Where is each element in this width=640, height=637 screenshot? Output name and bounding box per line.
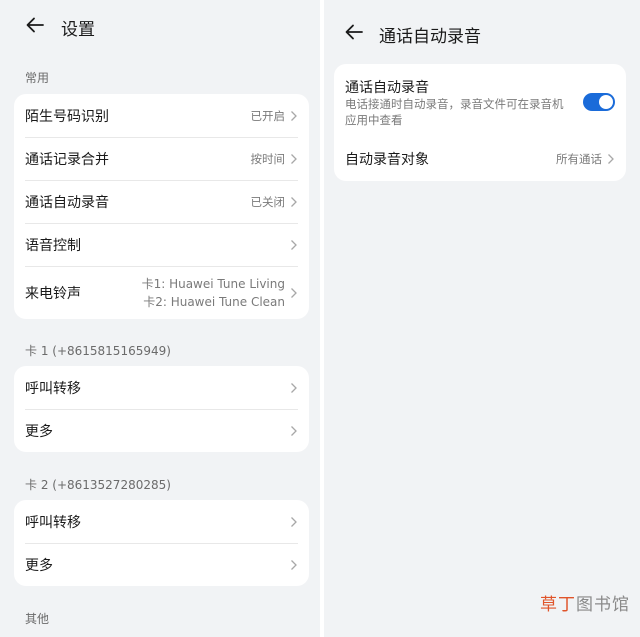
- common-settings-card: 陌生号码识别 已开启 通话记录合并 按时间 通话自动录音 已关闭 语音控制 来电…: [14, 94, 309, 319]
- page-title: 设置: [61, 20, 95, 40]
- auto-recording-card: 通话自动录音 电话接通时自动录音，录音文件可在录音机应用中查看 自动录音对象 所…: [334, 64, 626, 181]
- row-label: 自动录音对象: [345, 152, 429, 168]
- chevron-right-icon: [608, 154, 614, 164]
- auto-recording-panel: 通话自动录音 通话自动录音 电话接通时自动录音，录音文件可在录音机应用中查看 自…: [324, 0, 640, 637]
- chevron-right-icon: [291, 516, 297, 527]
- row-label: 陌生号码识别: [25, 108, 109, 125]
- back-arrow-icon[interactable]: [343, 21, 365, 43]
- back-arrow-icon[interactable]: [24, 14, 46, 36]
- row-label: 更多: [25, 557, 53, 574]
- section-label-other: 其他: [25, 612, 50, 626]
- chevron-right-icon: [291, 559, 297, 570]
- watermark-part1: 草丁: [540, 595, 576, 615]
- sim1-more-row[interactable]: 更多: [14, 409, 309, 452]
- row-value: 按时间: [250, 151, 286, 166]
- settings-header: 设置: [0, 0, 320, 50]
- row-value: 已关闭: [250, 194, 286, 209]
- row-label: 通话自动录音: [25, 194, 109, 211]
- sim2-card: 呼叫转移 更多: [14, 500, 309, 586]
- toggle-row-title: 通话自动录音: [345, 80, 429, 96]
- row-value: 已开启: [250, 108, 286, 123]
- toggle-knob: [599, 95, 613, 109]
- sim1-card: 呼叫转移 更多: [14, 366, 309, 452]
- row-label: 来电铃声: [25, 285, 81, 302]
- chevron-right-icon: [291, 239, 297, 250]
- auto-call-recording-row[interactable]: 通话自动录音 已关闭: [14, 180, 309, 223]
- chevron-right-icon: [291, 196, 297, 207]
- chevron-right-icon: [291, 110, 297, 121]
- sim2-call-forwarding-row[interactable]: 呼叫转移: [14, 500, 309, 543]
- ringtone-sim2: 卡2: Huawei Tune Clean: [143, 294, 285, 309]
- auto-recording-header: 通话自动录音: [324, 0, 640, 50]
- ringtone-values: 卡1: Huawei Tune Living 卡2: Huawei Tune C…: [142, 275, 285, 311]
- section-label-sim2: 卡 2 (+8613527280285): [25, 478, 171, 492]
- watermark-part2: 图书馆: [576, 595, 630, 615]
- voice-control-row[interactable]: 语音控制: [14, 223, 309, 266]
- chevron-right-icon: [291, 287, 297, 298]
- auto-recording-toggle-row[interactable]: 通话自动录音 电话接通时自动录音，录音文件可在录音机应用中查看: [334, 64, 626, 137]
- row-label: 通话记录合并: [25, 151, 109, 168]
- page-title: 通话自动录音: [379, 27, 481, 47]
- row-label: 呼叫转移: [25, 514, 81, 531]
- section-label-common: 常用: [25, 71, 50, 85]
- chevron-right-icon: [291, 153, 297, 164]
- chevron-right-icon: [291, 382, 297, 393]
- recording-target-row[interactable]: 自动录音对象 所有通话: [334, 137, 626, 181]
- row-value: 所有通话: [556, 152, 602, 166]
- row-label: 呼叫转移: [25, 380, 81, 397]
- sim2-more-row[interactable]: 更多: [14, 543, 309, 586]
- watermark: 草丁图书馆: [540, 590, 630, 615]
- toggle-row-description: 电话接通时自动录音，录音文件可在录音机应用中查看: [345, 97, 564, 127]
- row-label: 更多: [25, 423, 53, 440]
- settings-panel: 设置 常用 陌生号码识别 已开启 通话记录合并 按时间 通话自动录音 已关闭 语…: [0, 0, 320, 637]
- unknown-number-id-row[interactable]: 陌生号码识别 已开启: [14, 94, 309, 137]
- ringtone-row[interactable]: 来电铃声 卡1: Huawei Tune Living 卡2: Huawei T…: [14, 266, 309, 319]
- section-label-sim1: 卡 1 (+8615815165949): [25, 344, 171, 358]
- call-log-merge-row[interactable]: 通话记录合并 按时间: [14, 137, 309, 180]
- auto-recording-toggle[interactable]: [583, 93, 615, 111]
- chevron-right-icon: [291, 425, 297, 436]
- ringtone-sim1: 卡1: Huawei Tune Living: [141, 276, 285, 291]
- row-label: 语音控制: [25, 237, 81, 254]
- sim1-call-forwarding-row[interactable]: 呼叫转移: [14, 366, 309, 409]
